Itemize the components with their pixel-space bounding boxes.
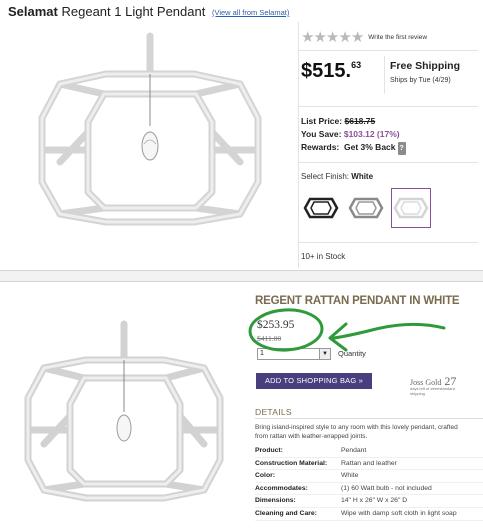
description-line: Bring island-inspired style to any room … — [255, 424, 458, 431]
finish-label: Select Finish: White — [301, 172, 373, 181]
bottom-product-panel: REGENT RATTAN PENDANT IN WHITE $253.95 $… — [0, 282, 483, 531]
pendant-image — [24, 320, 224, 502]
quantity-label: Quantity — [338, 349, 366, 358]
spec-key: Cleaning and Care: — [255, 509, 317, 517]
star-icon: ★ — [338, 29, 351, 46]
pendant-thumbnail-icon — [348, 197, 384, 219]
finish-swatch-white[interactable] — [391, 188, 431, 228]
divider — [298, 50, 478, 51]
pendant-image — [38, 32, 262, 226]
help-icon[interactable]: ? — [397, 142, 406, 155]
product-title: Selamat Regeant 1 Light Pendant (View al… — [8, 4, 289, 19]
star-icon: ★ — [301, 29, 314, 46]
product-image[interactable] — [6, 320, 246, 530]
list-price-label: List Price: — [301, 116, 343, 126]
spec-value: Rattan and leather — [341, 459, 397, 467]
description-line: from rattan with leather-wrapped joints. — [255, 433, 368, 440]
spec-key: Construction Material: — [255, 459, 328, 467]
price-details: List Price: $618.75 You Save: $103.12 (1… — [301, 115, 406, 155]
sale-price: $515.63 — [301, 60, 361, 83]
spec-key: Color: — [255, 472, 276, 480]
star-icon: ★ — [325, 29, 339, 46]
chevron-down-icon: ▼ — [319, 349, 330, 359]
ships-by: Ships by Tue (4/29) — [390, 77, 451, 84]
spec-value: Pendant — [341, 447, 367, 454]
free-shipping: Free Shipping — [390, 60, 461, 72]
write-review-link[interactable]: Write the first review — [368, 34, 427, 41]
rating-row: ★★★★★ Write the first review — [301, 28, 427, 47]
spec-value: Wipe with damp soft cloth in light soap — [341, 509, 457, 517]
rewards-label: Rewards: — [301, 142, 340, 152]
divider — [298, 162, 478, 163]
spec-key: Product: — [255, 447, 283, 454]
spec-row: Dimensions: 14" H x 26" W x 26" D — [255, 495, 483, 508]
shipping-info: Free Shipping Ships by Tue (4/29) — [390, 60, 460, 84]
list-price: $618.75 — [344, 116, 376, 126]
star-rating[interactable]: ★★★★★ — [301, 28, 364, 47]
you-save-label: You Save: — [301, 129, 342, 139]
quantity-value: 1 — [260, 350, 264, 357]
specs-table: Product: Pendant Construction Material: Ra… — [255, 445, 483, 521]
sale-price: $253.95 — [257, 319, 295, 331]
star-icon: ★ — [350, 29, 364, 46]
stock-status: 10+ in Stock — [301, 252, 346, 261]
finish-swatch-black[interactable] — [301, 188, 341, 228]
product-description: Bring island-inspired style to any room … — [255, 423, 483, 441]
spec-row: Accommodates: (1) 60 Watt bulb - not incl… — [255, 483, 483, 496]
product-image[interactable] — [8, 22, 292, 268]
you-save-value: $103.12 (17%) — [343, 129, 400, 139]
joss-gold-subtext: days left of #eeestandard shipping — [410, 386, 455, 396]
add-to-bag-button[interactable]: ADD TO SHOPPING BAG » — [256, 373, 372, 389]
divider — [255, 418, 483, 419]
price-dollars: $515. — [301, 60, 352, 82]
spec-row: Product: Pendant — [255, 445, 483, 458]
price-divider — [384, 56, 385, 94]
brand-name: Selamat — [8, 4, 58, 19]
pendant-thumbnail-icon — [393, 197, 429, 219]
spec-value: (1) 60 Watt bulb - not included — [341, 484, 432, 492]
divider — [298, 242, 478, 243]
price-cents: 63 — [351, 60, 362, 70]
finish-value: White — [351, 172, 374, 181]
rewards-value: Get 3% Back — [344, 142, 396, 152]
divider — [298, 106, 478, 107]
spec-value: White — [341, 472, 359, 480]
details-heading: DETAILS — [255, 407, 292, 417]
screenshot-divider — [0, 270, 483, 282]
spec-value: 14" H x 26" W x 26" D — [341, 497, 408, 505]
spec-key: Accommodates: — [255, 484, 308, 492]
finish-swatch-silver[interactable] — [346, 188, 386, 228]
original-price: $411.00 — [257, 334, 282, 343]
finish-label-text: Select Finish: — [301, 172, 350, 181]
spec-row: Construction Material: Rattan and leather — [255, 458, 483, 471]
buy-box: ★★★★★ Write the first review $515.63 Fre… — [298, 22, 478, 268]
spec-row: Color: White — [255, 470, 483, 483]
star-icon: ★ — [313, 29, 326, 46]
spec-row: Cleaning and Care: Wipe with damp soft cl… — [255, 508, 483, 521]
top-product-panel: Selamat Regeant 1 Light Pendant (View al… — [0, 0, 483, 270]
view-all-link[interactable]: (View all from Selamat) — [212, 8, 289, 17]
product-title: REGENT RATTAN PENDANT IN WHITE — [255, 295, 460, 307]
product-name: Regeant 1 Light Pendant — [61, 4, 206, 19]
pendant-thumbnail-icon — [303, 197, 339, 219]
spec-key: Dimensions: — [255, 497, 296, 505]
quantity-select[interactable]: 1 ▼ — [257, 348, 331, 360]
